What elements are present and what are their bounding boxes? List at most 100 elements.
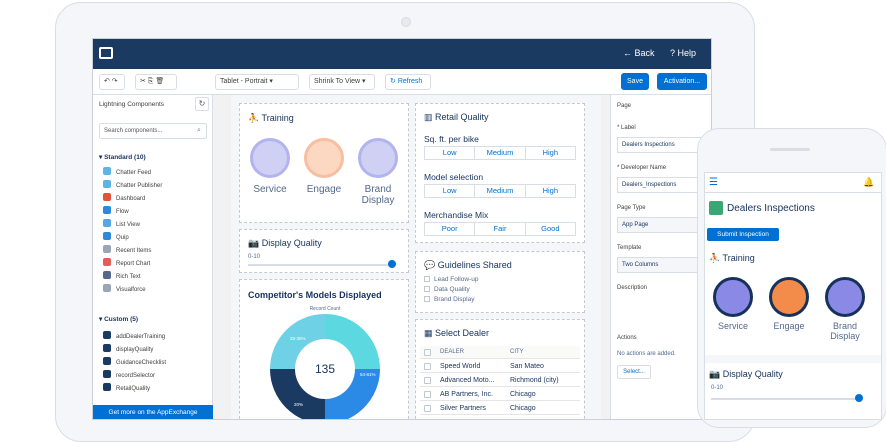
poor-option[interactable]: Poor [425,223,476,235]
components-panel: Lightning Components ↻ Search components… [93,95,213,419]
select-dealer-card[interactable]: ▦ Select Dealer DEALER CITY Speed World S… [415,319,585,419]
bell-icon[interactable]: 🔔 [863,177,874,188]
custom-component-item[interactable]: GuidanceChecklist [103,357,166,367]
back-button[interactable]: ← Back [623,48,655,58]
row-checkbox[interactable] [424,363,431,370]
component-item[interactable]: Recent Items [103,245,151,255]
component-icon [103,232,111,240]
good-option[interactable]: Good [526,223,575,235]
competitor-card[interactable]: Competitor's Models Displayed Record Cou… [239,279,409,419]
checkbox[interactable] [424,296,430,302]
donut-slice-light2 [270,314,325,369]
dealer-cell: AB Partners, Inc. [440,391,493,398]
row-checkbox[interactable] [424,405,431,412]
custom-component-icon [103,383,111,391]
refresh-icon[interactable]: ↻ [195,97,209,111]
custom-component-icon [103,357,111,365]
merchandise-mix-label: Merchandise Mix [424,210,489,220]
custom-component-item[interactable]: displayQuality [103,344,153,354]
guideline-label: Brand Display [434,296,475,303]
standard-section[interactable]: ▾ Standard (10) [99,153,146,161]
phone-brand-display-icon[interactable] [825,277,865,317]
component-item[interactable]: Rich Text [103,271,141,281]
select-actions-button[interactable]: Select... [617,365,651,379]
table-row[interactable]: Speed World San Mateo [420,360,580,373]
developer-name-label: * Developer Name [617,165,667,171]
high-option[interactable]: High [526,147,575,159]
custom-component-item[interactable]: RetailQuality [103,383,150,393]
custom-component-item[interactable]: addDealerTraining [103,331,165,341]
display-quality-card[interactable]: 📷 Display Quality 0-10 [239,229,409,273]
search-input[interactable]: Search components... [99,123,207,139]
component-label: List View [116,222,140,228]
search-icon: ⌕ [197,127,201,134]
city-cell: Richmond (city) [510,377,559,384]
high-option[interactable]: High [526,185,575,197]
custom-component-item[interactable]: recordSelector [103,370,155,380]
phone-service-icon[interactable] [713,277,753,317]
low-option[interactable]: Low [425,147,476,159]
brand-display-icon[interactable] [358,138,398,178]
retail-quality-card[interactable]: ▥ Retail Quality Sq. ft. per bike Low Med… [415,103,585,243]
template-label: Template [617,245,642,251]
component-item[interactable]: Report Chart [103,258,150,268]
service-icon[interactable] [250,138,290,178]
dealer-col: DEALER [440,349,465,355]
display-quality-slider[interactable] [248,264,394,266]
row-checkbox[interactable] [424,377,431,384]
table-row[interactable]: Silver Partners Chicago [420,402,580,415]
model-selector[interactable]: Low Medium High [424,184,576,198]
display-quality-title: 📷 Display Quality [248,238,322,248]
component-item[interactable]: Quip [103,232,129,242]
help-button[interactable]: ? Help [670,48,696,58]
checkbox[interactable] [424,286,430,292]
medium-option[interactable]: Medium [475,147,526,159]
training-card[interactable]: ⛹ Training Service Engage Brand Display [239,103,409,223]
component-item[interactable]: List View [103,219,140,229]
component-icon [103,245,111,253]
table-row[interactable]: Advanced Moto... Richmond (city) [420,374,580,387]
guideline-item[interactable]: Data Quality [424,286,470,293]
refresh-button[interactable]: ↻ Refresh [385,74,431,90]
merch-selector[interactable]: Poor Fair Good [424,222,576,236]
slice-label-3: 20% [294,402,304,407]
dealer-table-header: DEALER CITY [420,346,580,359]
table-row[interactable]: AB Partners, Inc. Chicago [420,388,580,401]
guideline-item[interactable]: Lead Follow-up [424,276,478,283]
save-button[interactable]: Save [621,73,649,90]
low-option[interactable]: Low [425,185,476,197]
medium-option[interactable]: Medium [475,185,526,197]
component-item[interactable]: Chatter Publisher [103,180,162,190]
component-item[interactable]: Flow [103,206,129,216]
component-label: displayQuality [116,347,154,353]
row-checkbox[interactable] [424,391,431,398]
phone-slider[interactable] [711,398,859,400]
slider-handle[interactable] [388,260,396,268]
phone-slider-handle[interactable] [855,394,863,402]
menu-icon[interactable]: ☰ [709,177,718,188]
guideline-item[interactable]: Brand Display [424,296,474,303]
component-item[interactable]: Visualforce [103,284,146,294]
guidelines-title: 💬 Guidelines Shared [424,260,512,270]
undo-button[interactable]: ↶ ↷ [99,74,125,90]
device-select[interactable]: Tablet - Portrait ▾ [215,74,299,90]
component-item[interactable]: Dashboard [103,193,145,203]
phone-engage-icon[interactable] [769,277,809,317]
no-actions-text: No actions are added. [617,351,676,357]
sqft-selector[interactable]: Low Medium High [424,146,576,160]
guidelines-card[interactable]: 💬 Guidelines Shared Lead Follow-up Data Q… [415,251,585,313]
engage-icon[interactable] [304,138,344,178]
component-item[interactable]: Chatter Feed [103,167,151,177]
checkbox[interactable] [424,276,430,282]
submit-inspection-button[interactable]: Submit Inspection [707,228,779,241]
custom-section[interactable]: ▾ Custom (5) [99,315,138,323]
retail-quality-title: ▥ Retail Quality [424,112,489,122]
edit-tools-button[interactable]: ✂ ⎘ 🗑 [135,74,177,90]
select-all-checkbox[interactable] [424,349,431,356]
activation-button[interactable]: Activation... [657,73,707,90]
training-title: ⛹ Training [248,113,294,123]
fair-option[interactable]: Fair [475,223,526,235]
appexchange-link[interactable]: Get more on the AppExchange [93,405,213,419]
component-icon [103,271,111,279]
zoom-select[interactable]: Shrink To View ▾ [309,74,375,90]
